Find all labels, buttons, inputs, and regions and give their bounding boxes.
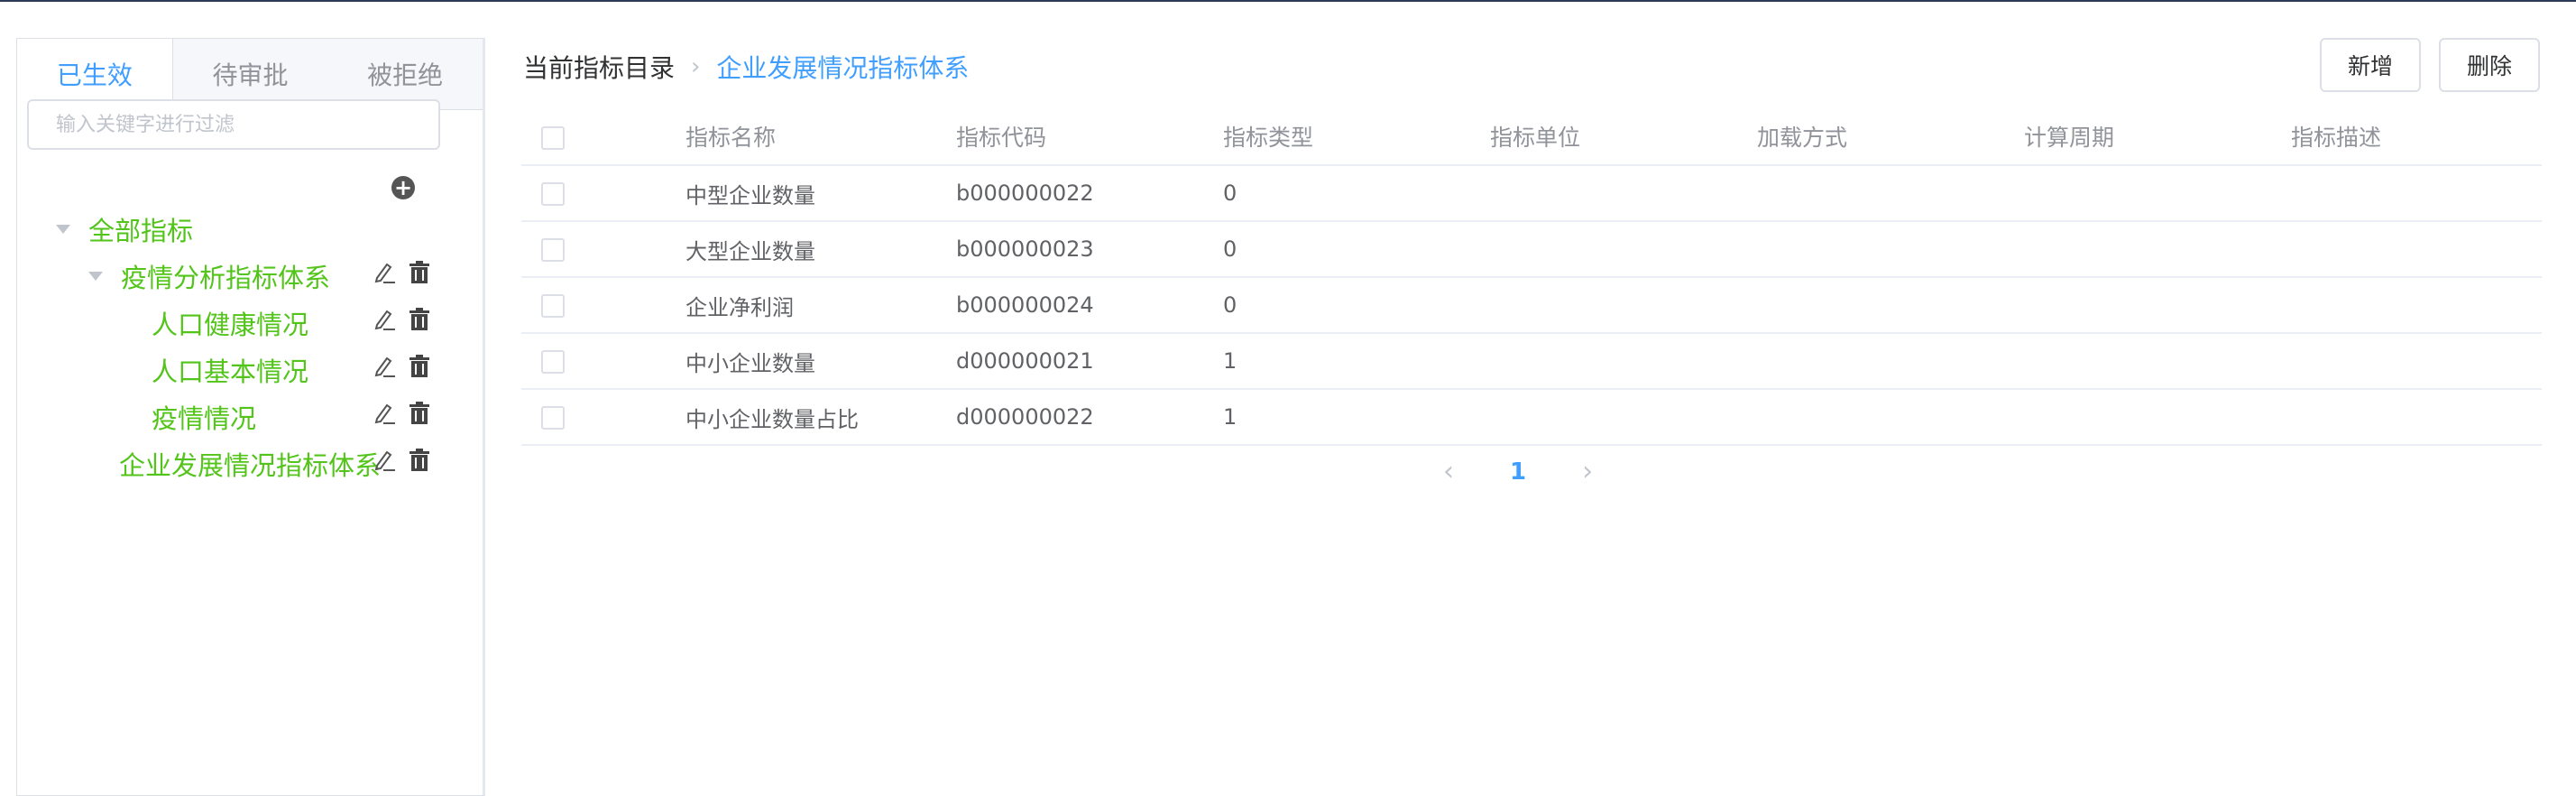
top-accent-line [0,0,2576,2]
add-button[interactable]: 新增 [2320,38,2421,92]
tree-node-label: 企业发展情况指标体系 [119,450,382,481]
table-cell [1490,221,1757,278]
edit-icon[interactable] [372,354,397,379]
table-row[interactable]: 中小企业数量占比 d000000022 1 [521,389,2542,446]
delete-icon[interactable] [408,401,431,426]
row-checkbox[interactable] [541,182,565,206]
table-cell [2291,277,2542,334]
next-page-icon[interactable]: › [1582,456,1593,487]
table-cell: 0 [1223,165,1490,222]
edit-icon[interactable] [372,401,397,426]
table-cell: 中小企业数量占比 [685,389,956,446]
table-cell [1757,221,2024,278]
table-cell: d000000021 [956,333,1223,390]
table-cell: b000000023 [956,221,1223,278]
caret-down-icon[interactable] [56,225,70,234]
table-cell [2291,165,2542,222]
table-cell: 0 [1223,277,1490,334]
table-cell [2291,389,2542,446]
table-cell [1757,277,2024,334]
delete-icon[interactable] [408,448,431,473]
delete-icon[interactable] [408,260,431,285]
filter-input[interactable] [27,99,440,150]
table-cell [1757,165,2024,222]
table-cell [2024,221,2291,278]
select-all-cell [521,108,685,166]
row-checkbox[interactable] [541,350,565,374]
edit-icon[interactable] [372,307,397,332]
row-select-cell [521,221,685,278]
table-row[interactable]: 企业净利润 b000000024 0 [521,277,2542,334]
tree-node-label: 全部指标 [88,216,194,246]
row-checkbox[interactable] [541,238,565,262]
tree-node-population-health[interactable]: 人口健康情况 [152,303,308,343]
table-cell: b000000024 [956,277,1223,334]
breadcrumb: 当前指标目录 › 企业发展情况指标体系 [523,47,969,87]
tree-node-label: 人口基本情况 [152,356,309,387]
tree-node-root[interactable]: 全部指标 [56,209,193,249]
table-cell [1490,389,1757,446]
breadcrumb-root: 当前指标目录 [523,53,676,83]
column-header[interactable]: 指标类型 [1223,108,1490,166]
table-row[interactable]: 中小企业数量 d000000021 1 [521,333,2542,390]
table-cell: 0 [1223,221,1490,278]
row-select-cell [521,165,685,222]
table-cell: 企业净利润 [685,277,956,334]
table-cell: 中型企业数量 [685,165,956,222]
delete-button[interactable]: 删除 [2439,38,2540,92]
row-checkbox[interactable] [541,294,565,318]
tree-node-epidemic-system[interactable]: 疫情分析指标体系 [88,256,330,296]
table-cell [2024,165,2291,222]
row-select-cell [521,389,685,446]
table-row[interactable]: 大型企业数量 b000000023 0 [521,221,2542,278]
table-cell [1757,389,2024,446]
tree-node-label: 疫情分析指标体系 [121,263,331,293]
add-node-icon[interactable]: + [391,176,415,199]
edit-icon[interactable] [372,448,397,473]
breadcrumb-separator-icon: › [691,53,701,80]
delete-icon[interactable] [408,307,431,332]
table-cell [1757,333,2024,390]
table-cell: b000000022 [956,165,1223,222]
table-cell: d000000022 [956,389,1223,446]
table-cell: 中小企业数量 [685,333,956,390]
column-header[interactable]: 指标代码 [956,108,1223,166]
tree-node-population-basic[interactable]: 人口基本情况 [152,350,308,390]
table-cell [2291,221,2542,278]
column-header[interactable]: 加载方式 [1757,108,2024,166]
row-select-cell [521,333,685,390]
caret-down-icon[interactable] [88,272,103,281]
tree-node-label: 人口健康情况 [152,310,309,340]
table-row[interactable]: 中型企业数量 b000000022 0 [521,165,2542,222]
indicator-table: 指标名称 指标代码 指标类型 指标单位 加载方式 计算周期 指标描述 中型企业数… [521,108,2542,446]
table-cell [1490,333,1757,390]
tree-node-epidemic-status[interactable]: 疫情情况 [152,397,256,437]
table-header-row: 指标名称 指标代码 指标类型 指标单位 加载方式 计算周期 指标描述 [521,108,2542,166]
column-header[interactable]: 指标描述 [2291,108,2542,166]
breadcrumb-current: 企业发展情况指标体系 [716,53,970,83]
table-cell [1490,165,1757,222]
table-cell [2291,333,2542,390]
pagination: ‹ 1 › [1443,456,1593,487]
column-header[interactable]: 指标名称 [685,108,956,166]
tree-node-enterprise-system[interactable]: 企业发展情况指标体系 [119,444,381,484]
table-cell [2024,389,2291,446]
table-cell: 1 [1223,389,1490,446]
select-all-checkbox[interactable] [541,125,565,150]
edit-icon[interactable] [372,260,397,285]
table-cell [1490,277,1757,334]
delete-icon[interactable] [408,354,431,379]
page-number-current[interactable]: 1 [1510,458,1526,486]
tree-node-label: 疫情情况 [152,403,257,434]
prev-page-icon[interactable]: ‹ [1443,456,1454,487]
table-cell [2024,333,2291,390]
column-header[interactable]: 计算周期 [2024,108,2291,166]
row-checkbox[interactable] [541,406,565,430]
column-header[interactable]: 指标单位 [1490,108,1757,166]
row-select-cell [521,277,685,334]
table-cell: 大型企业数量 [685,221,956,278]
table-cell [2024,277,2291,334]
table-cell: 1 [1223,333,1490,390]
